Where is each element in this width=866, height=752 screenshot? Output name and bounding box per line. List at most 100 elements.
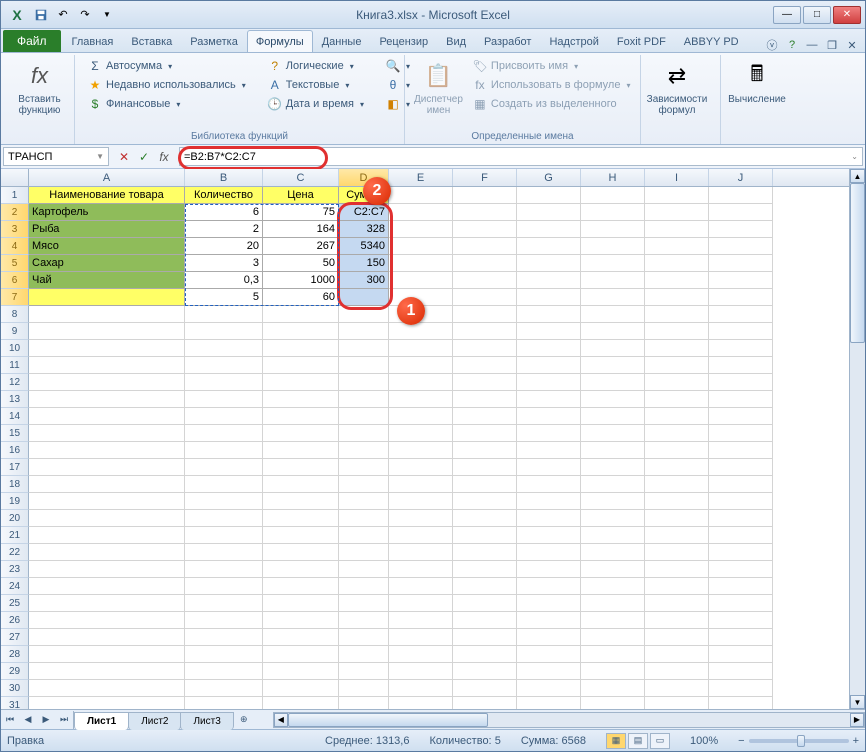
cell[interactable]	[645, 544, 709, 561]
cell[interactable]	[581, 425, 645, 442]
cell[interactable]	[453, 323, 517, 340]
name-box[interactable]: ТРАНСП ▼	[3, 147, 109, 166]
tab-layout[interactable]: Разметка	[181, 30, 247, 52]
cell[interactable]	[339, 357, 389, 374]
cell[interactable]	[339, 408, 389, 425]
cell[interactable]	[29, 595, 185, 612]
cell[interactable]	[581, 527, 645, 544]
cell[interactable]: 2	[185, 221, 263, 238]
cell[interactable]	[389, 680, 453, 697]
cell[interactable]	[517, 561, 581, 578]
cell[interactable]	[645, 442, 709, 459]
cell[interactable]	[263, 680, 339, 697]
mdi-minimize-icon[interactable]: —	[805, 38, 819, 52]
cell[interactable]: Цена	[263, 187, 339, 204]
redo-icon[interactable]: ↷	[75, 5, 95, 25]
col-header-C[interactable]: C	[263, 169, 339, 186]
row-header[interactable]: 25	[1, 595, 29, 612]
cell[interactable]	[645, 459, 709, 476]
cell[interactable]	[29, 357, 185, 374]
cell[interactable]: 60	[263, 289, 339, 306]
cell[interactable]	[709, 663, 773, 680]
cell[interactable]	[645, 391, 709, 408]
cell[interactable]	[185, 595, 263, 612]
cell[interactable]	[645, 578, 709, 595]
tab-data[interactable]: Данные	[313, 30, 371, 52]
cell[interactable]	[339, 323, 389, 340]
cell[interactable]	[263, 442, 339, 459]
cell[interactable]	[185, 493, 263, 510]
cell[interactable]	[709, 680, 773, 697]
row-header[interactable]: 20	[1, 510, 29, 527]
cell[interactable]	[389, 340, 453, 357]
cell[interactable]	[339, 493, 389, 510]
cell[interactable]	[29, 425, 185, 442]
cell[interactable]	[263, 510, 339, 527]
cell[interactable]	[709, 646, 773, 663]
cell[interactable]	[517, 697, 581, 709]
row-header[interactable]: 26	[1, 612, 29, 629]
cell[interactable]: Картофель	[29, 204, 185, 221]
cell[interactable]: Количество	[185, 187, 263, 204]
cell[interactable]	[453, 204, 517, 221]
cell[interactable]	[339, 476, 389, 493]
zoom-slider[interactable]	[749, 739, 849, 743]
cell[interactable]	[263, 561, 339, 578]
cell[interactable]	[339, 391, 389, 408]
cell[interactable]	[185, 340, 263, 357]
cell[interactable]	[581, 476, 645, 493]
cell[interactable]	[29, 442, 185, 459]
cell[interactable]: 0,3	[185, 272, 263, 289]
row-header[interactable]: 28	[1, 646, 29, 663]
maximize-button[interactable]: □	[803, 6, 831, 24]
cell[interactable]	[517, 221, 581, 238]
cell[interactable]	[581, 238, 645, 255]
cell[interactable]	[453, 646, 517, 663]
calc-button[interactable]: 🖩Вычисление	[729, 57, 785, 144]
cell[interactable]	[709, 459, 773, 476]
cell[interactable]	[263, 663, 339, 680]
row-header[interactable]: 19	[1, 493, 29, 510]
cell[interactable]	[453, 442, 517, 459]
cell[interactable]	[517, 187, 581, 204]
cell[interactable]	[389, 697, 453, 709]
row-header[interactable]: 7	[1, 289, 29, 306]
cell[interactable]	[453, 561, 517, 578]
cell[interactable]	[581, 391, 645, 408]
cell[interactable]	[709, 187, 773, 204]
cell[interactable]	[339, 527, 389, 544]
text-button[interactable]: AТекстовые▾	[263, 76, 369, 94]
zoom-thumb[interactable]	[797, 735, 805, 747]
cell[interactable]	[645, 374, 709, 391]
cell[interactable]	[185, 510, 263, 527]
cell[interactable]	[709, 340, 773, 357]
ribbon-minimize-icon[interactable]: ⓥ	[765, 38, 779, 52]
logical-button[interactable]: ?Логические▾	[263, 57, 369, 75]
cell[interactable]	[339, 374, 389, 391]
cell[interactable]	[389, 510, 453, 527]
cell[interactable]	[263, 629, 339, 646]
cell[interactable]	[185, 646, 263, 663]
cell[interactable]	[517, 238, 581, 255]
col-header-B[interactable]: B	[185, 169, 263, 186]
cell[interactable]	[263, 374, 339, 391]
cell[interactable]	[517, 629, 581, 646]
cell[interactable]	[645, 697, 709, 709]
cell[interactable]	[389, 663, 453, 680]
cell[interactable]	[581, 289, 645, 306]
cell[interactable]	[581, 544, 645, 561]
cell[interactable]	[645, 561, 709, 578]
last-sheet-icon[interactable]: ⏭	[55, 711, 73, 729]
cell[interactable]	[645, 476, 709, 493]
row-header[interactable]: 14	[1, 408, 29, 425]
cell[interactable]	[389, 544, 453, 561]
col-header-D[interactable]: D	[339, 169, 389, 186]
formula-bar[interactable]: =B2:B7*C2:C7 ⌄	[179, 147, 863, 166]
col-header-G[interactable]: G	[517, 169, 581, 186]
cell[interactable]	[389, 374, 453, 391]
cell[interactable]	[263, 527, 339, 544]
cell[interactable]	[517, 595, 581, 612]
cell[interactable]	[517, 289, 581, 306]
qat-dropdown-icon[interactable]: ▼	[97, 5, 117, 25]
deps-button[interactable]: ⇄Зависимости формул	[649, 57, 705, 144]
